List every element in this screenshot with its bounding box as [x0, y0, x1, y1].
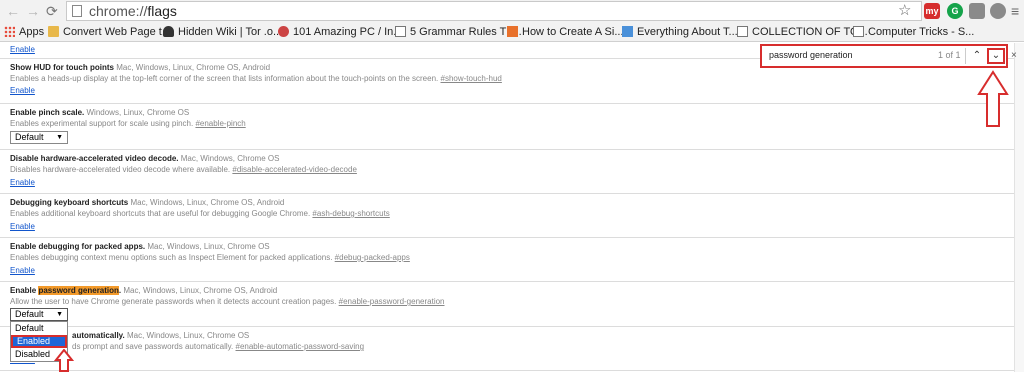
bookmarks-bar: Apps Convert Web Page t... Hidden Wiki |… — [0, 22, 1024, 42]
address-bar: ← → ⟳ chrome://flags ☆ my G ≡ — [0, 0, 1024, 22]
find-next-button[interactable]: ⌄ — [987, 48, 1005, 64]
bookmark-everything[interactable]: Everything About T... — [622, 25, 738, 39]
ext-grammarly-icon[interactable]: G — [947, 3, 963, 19]
find-close-icon[interactable]: × — [1011, 50, 1017, 61]
enable-link[interactable]: Enable — [10, 86, 35, 95]
url-text: chrome://flags — [89, 3, 177, 19]
experiment-desc: Enables debugging context menu options s… — [10, 253, 410, 262]
annotation-arrow-up-icon — [977, 70, 1009, 127]
enable-link[interactable]: Enable — [10, 266, 35, 275]
ext-settings-icon[interactable] — [990, 3, 1006, 19]
plus-icon — [507, 26, 518, 37]
experiment-keyboard-shortcuts: Debugging keyboard shortcuts Mac, Window… — [0, 193, 1014, 238]
menu-icon[interactable]: ≡ — [1011, 2, 1019, 20]
experiment-title: Show HUD for touch points Mac, Windows, … — [10, 63, 271, 72]
tor-icon — [163, 26, 174, 37]
experiment-packed-apps: Enable debugging for packed apps. Mac, W… — [0, 237, 1014, 282]
reload-icon[interactable]: ⟳ — [46, 2, 58, 20]
bookmark-hidden-wiki[interactable]: Hidden Wiki | Tor .o... — [163, 25, 282, 39]
experiment-desc: Enables a heads-up display at the top-le… — [10, 74, 502, 83]
bookmark-create-site[interactable]: How to Create A Si... — [507, 25, 624, 39]
dropdown-arrow-icon: ▼ — [56, 134, 63, 141]
experiment-title: Enable debugging for packed apps. Mac, W… — [10, 242, 270, 251]
experiment-title: Disable hardware-accelerated video decod… — [10, 154, 280, 163]
find-prev-button[interactable]: ⌃ — [968, 48, 986, 64]
experiment-title: Debugging keyboard shortcuts Mac, Window… — [10, 198, 285, 207]
star-icon[interactable]: ☆ — [898, 1, 911, 19]
annotation-arrow-up-icon — [54, 349, 74, 372]
doc-icon — [395, 26, 406, 37]
back-icon[interactable]: ← — [6, 2, 20, 20]
enable-link[interactable]: Enable — [10, 222, 35, 231]
dropdown-arrow-icon: ▼ — [56, 311, 63, 318]
option-enabled[interactable]: Enabled — [11, 335, 67, 348]
experiment-title: Enable password generation. Mac, Windows… — [10, 286, 278, 295]
experiment-password-generation: Enable password generation. Mac, Windows… — [0, 281, 1014, 327]
flags-list: Enable Show HUD for touch points Mac, Wi… — [0, 43, 1024, 372]
experiment-desc: Enables additional keyboard shortcuts th… — [10, 209, 390, 218]
bookmark-collection[interactable]: COLLECTION OF TO... — [737, 25, 868, 39]
find-input[interactable]: password generation — [769, 50, 853, 60]
avatar-icon — [278, 26, 289, 37]
option-default[interactable]: Default — [11, 322, 67, 335]
folder-icon — [48, 26, 59, 37]
ext-gray-icon[interactable] — [969, 3, 985, 19]
scrollbar[interactable] — [1014, 43, 1024, 372]
bookmark-grammar[interactable]: 5 Grammar Rules Th... — [395, 25, 522, 39]
find-bar: password generation 1 of 1 ⌃ ⌄ — [760, 44, 1008, 68]
doc-icon — [853, 26, 864, 37]
find-count: 1 of 1 — [938, 50, 961, 60]
omnibox[interactable]: chrome://flags — [66, 1, 922, 21]
pinch-select[interactable]: Default ▼ — [10, 131, 68, 144]
enable-link[interactable]: Enable — [10, 45, 35, 54]
page-icon — [72, 5, 82, 17]
bookmark-computer-tricks[interactable]: Computer Tricks - S... — [853, 25, 974, 39]
experiment-desc: Enables experimental support for scale u… — [10, 119, 246, 128]
experiment-desc: Allow the user to have Chrome generate p… — [10, 297, 445, 306]
experiment-video-decode: Disable hardware-accelerated video decod… — [0, 149, 1014, 194]
doc-icon — [737, 26, 748, 37]
ext-my-icon[interactable]: my — [924, 3, 940, 19]
bookmark-apps[interactable]: Apps — [4, 25, 44, 39]
blogger-icon — [622, 26, 633, 37]
enable-link[interactable]: Enable — [10, 178, 35, 187]
experiment-desc: Disables hardware-accelerated video deco… — [10, 165, 357, 174]
experiment-title: automatically. Mac, Windows, Linux, Chro… — [72, 331, 250, 340]
bookmark-convert[interactable]: Convert Web Page t... — [48, 25, 171, 39]
bookmark-101-amazing[interactable]: 101 Amazing PC / In... — [278, 25, 402, 39]
find-separator — [965, 48, 966, 64]
password-generation-select[interactable]: Default ▼ — [10, 308, 68, 321]
apps-icon — [4, 26, 15, 37]
experiment-auto-password-saving: automatically. Mac, Windows, Linux, Chro… — [0, 326, 1014, 371]
experiment-pinch: Enable pinch scale. Windows, Linux, Chro… — [0, 103, 1014, 150]
experiment-desc: ds prompt and save passwords automatical… — [72, 342, 365, 351]
find-highlight: password generation — [38, 286, 119, 295]
forward-icon[interactable]: → — [26, 2, 40, 20]
experiment-title: Enable pinch scale. Windows, Linux, Chro… — [10, 108, 190, 117]
